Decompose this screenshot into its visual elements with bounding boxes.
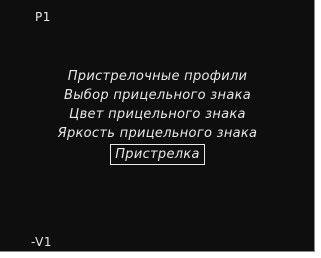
menu-item-reticle-brightness[interactable]: Яркость прицельного знака [55, 124, 261, 143]
menu-item-zeroing-profiles[interactable]: Пристрелочные профили [65, 67, 251, 86]
menu-item-reticle-select[interactable]: Выбор прицельного знака [61, 86, 254, 105]
menu-item-zeroing[interactable]: Пристрелка [110, 144, 205, 165]
settings-menu: Пристрелочные профили Выбор прицельного … [0, 67, 315, 165]
value-indicator: -V1 [31, 235, 52, 249]
menu-item-reticle-color[interactable]: Цвет прицельного знака [66, 105, 249, 124]
profile-indicator: P1 [35, 10, 51, 24]
device-screen: P1 Пристрелочные профили Выбор прицельно… [0, 0, 315, 252]
